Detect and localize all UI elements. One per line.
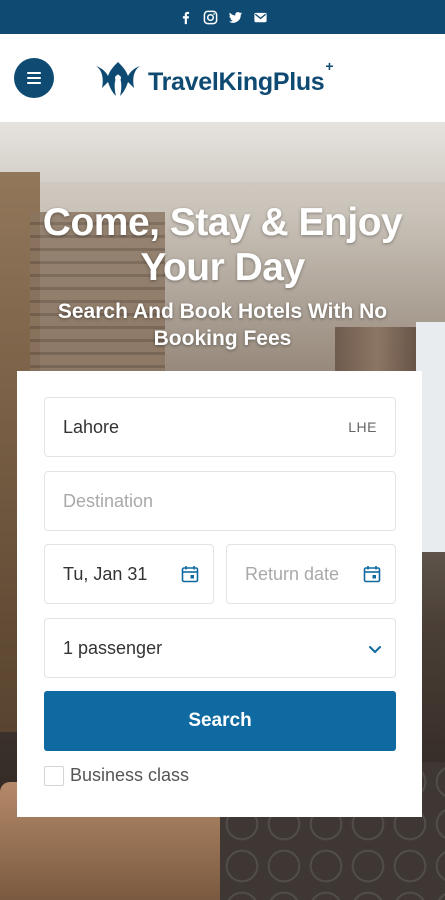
- hamburger-menu-button[interactable]: [14, 58, 54, 98]
- hero-subtitle: Search And Book Hotels With No Booking F…: [57, 300, 388, 350]
- origin-field[interactable]: Lahore LHE: [44, 397, 396, 457]
- hero-background-ceiling: [0, 122, 445, 182]
- business-class-option[interactable]: Business class: [44, 765, 189, 786]
- site-header: TravelKingPlus +: [0, 34, 445, 122]
- return-date-field[interactable]: Return date: [226, 544, 396, 604]
- calendar-icon: [363, 566, 381, 583]
- passenger-value: 1 passenger: [63, 637, 163, 658]
- brand-name: TravelKingPlus: [148, 67, 325, 96]
- top-social-bar: [0, 0, 445, 34]
- business-class-checkbox[interactable]: [44, 765, 64, 786]
- brand-logo[interactable]: TravelKingPlus +: [92, 56, 334, 100]
- origin-code: LHE: [348, 419, 377, 435]
- depart-date-field[interactable]: Tu, Jan 31: [44, 544, 214, 604]
- destination-field[interactable]: Destination: [44, 471, 396, 531]
- brand-plus-mark: +: [325, 58, 334, 74]
- destination-placeholder: Destination: [63, 490, 154, 511]
- instagram-icon[interactable]: [202, 9, 218, 25]
- business-class-label: Business class: [70, 765, 190, 785]
- crown-logo-icon: [96, 62, 140, 96]
- hero-title: Come, Stay & Enjoy Your Day: [42, 201, 403, 289]
- passenger-select[interactable]: 1 passenger: [44, 618, 396, 678]
- facebook-icon[interactable]: [177, 9, 193, 25]
- twitter-icon[interactable]: [227, 9, 243, 25]
- return-date-placeholder: Return date: [245, 563, 340, 584]
- chevron-down-icon: [369, 646, 381, 653]
- email-icon[interactable]: [252, 9, 268, 25]
- menu-line: [27, 77, 41, 79]
- origin-value: Lahore: [63, 416, 120, 437]
- menu-line: [27, 82, 41, 84]
- depart-date-value: Tu, Jan 31: [63, 563, 148, 584]
- search-form-card: Lahore LHE Destination Tu, Jan 31 Return…: [17, 371, 422, 817]
- menu-line: [27, 72, 41, 74]
- search-button[interactable]: Search: [44, 691, 396, 751]
- calendar-icon: [181, 566, 199, 583]
